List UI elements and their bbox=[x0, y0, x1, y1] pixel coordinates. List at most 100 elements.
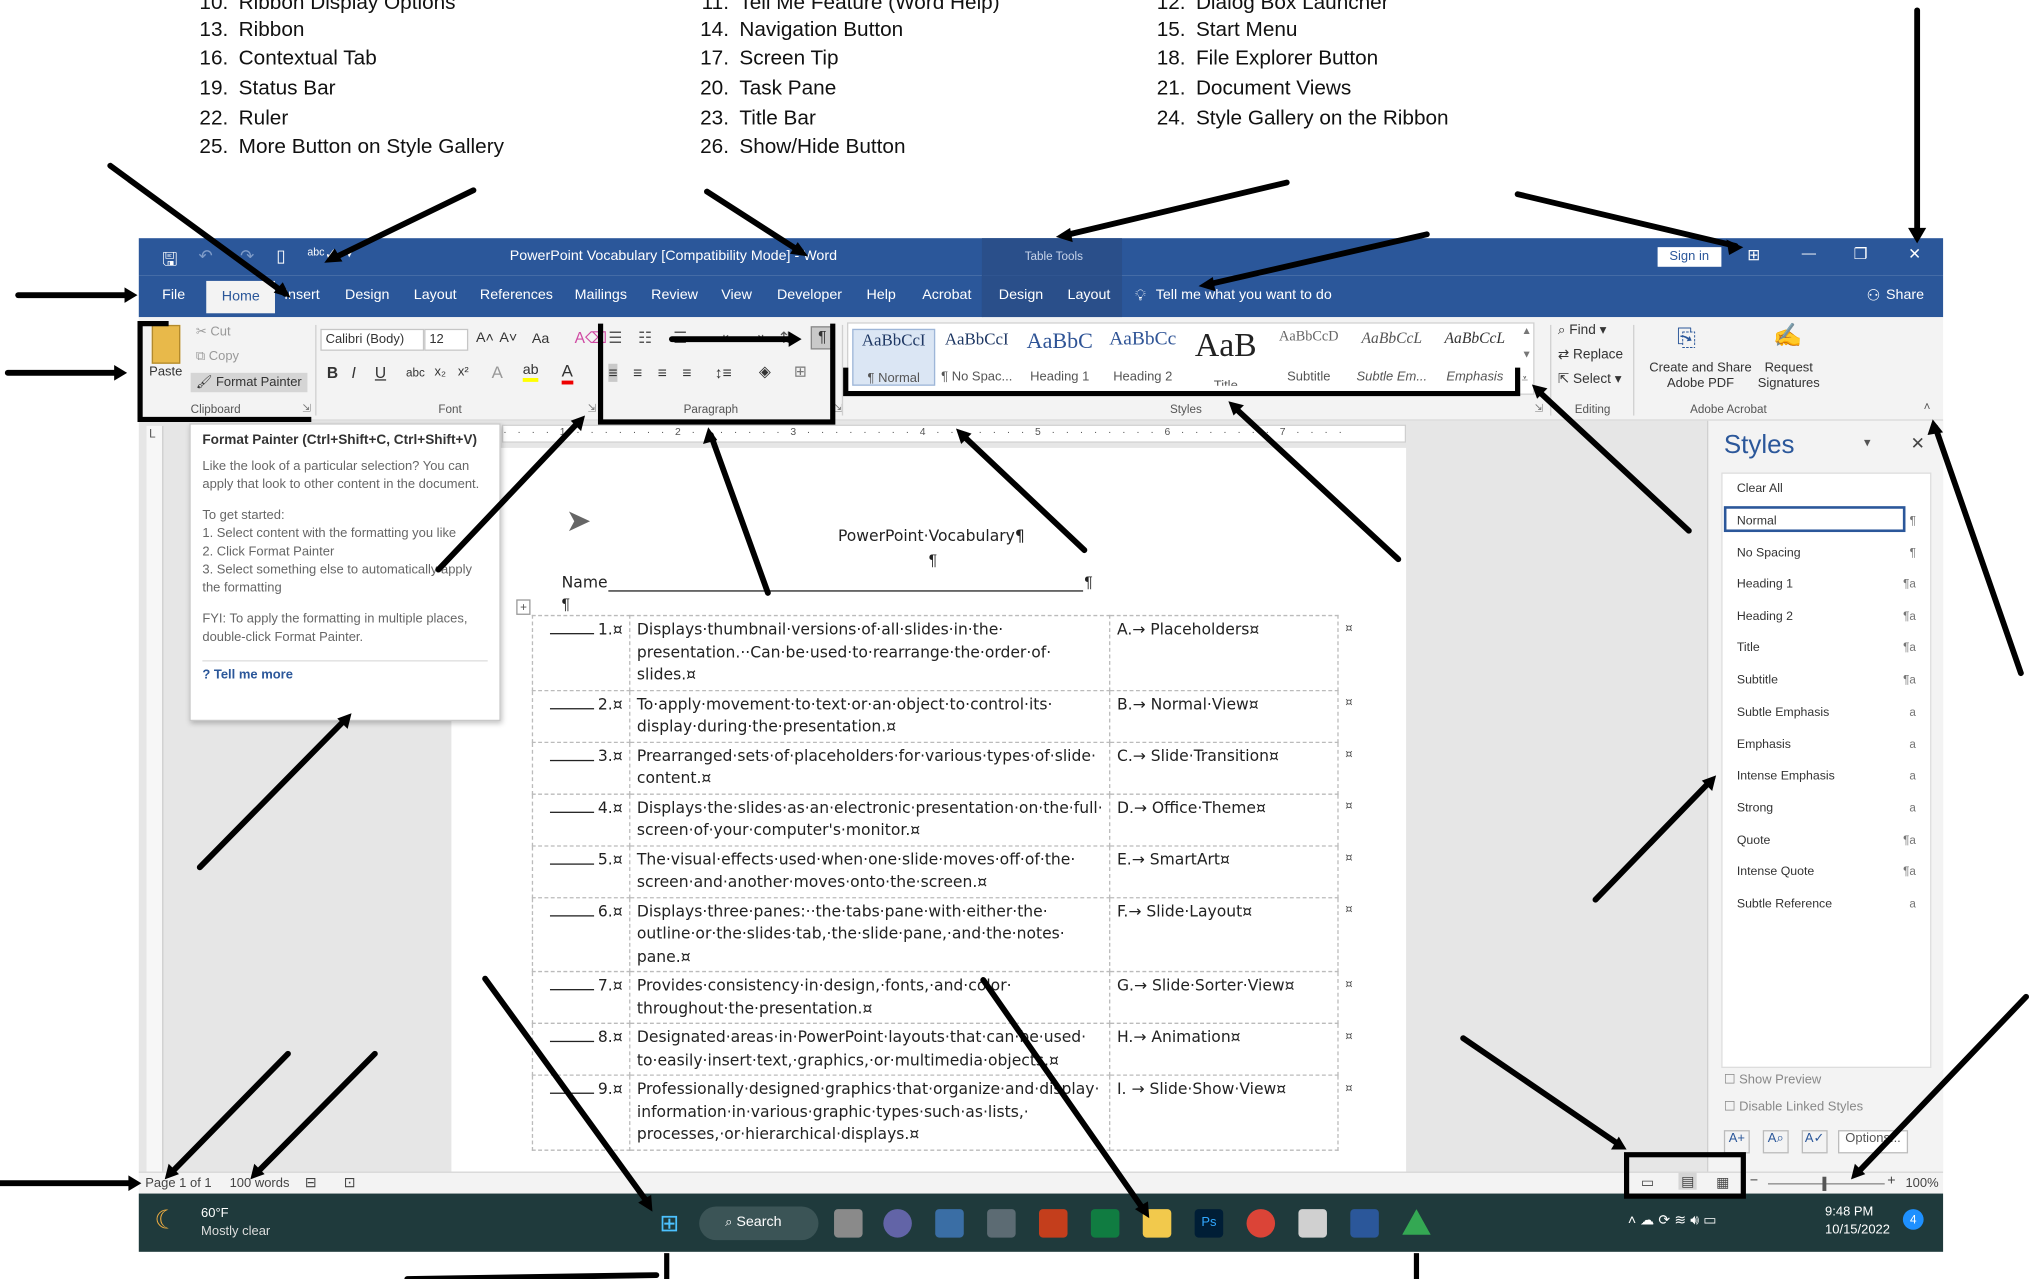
description-cell[interactable]: Professionally·designed·graphics·that·or… bbox=[629, 1074, 1111, 1151]
description-cell[interactable]: To·apply·movement·to·text·or·an·object·t… bbox=[629, 689, 1111, 743]
numbering-icon[interactable]: ☷ bbox=[638, 329, 652, 347]
clock-time[interactable]: 9:48 PM bbox=[1825, 1205, 1873, 1219]
sort-icon[interactable]: ⇅ bbox=[780, 329, 793, 347]
weather-moon-icon[interactable]: ☾ bbox=[154, 1204, 177, 1236]
answer-cell[interactable]: I. → Slide·Show·View¤ bbox=[1109, 1074, 1339, 1151]
show-preview-checkbox[interactable]: ☐ Show Preview bbox=[1724, 1073, 1821, 1087]
gallery-scroll-up-icon[interactable]: ▲ bbox=[1522, 325, 1532, 337]
answer-cell[interactable]: G.→ Slide·Sorter·View¤ bbox=[1109, 970, 1339, 1024]
task-view-icon[interactable] bbox=[834, 1209, 863, 1238]
disable-linked-checkbox[interactable]: ☐ Disable Linked Styles bbox=[1724, 1100, 1863, 1114]
answer-cell[interactable]: C.→ Slide·Transition¤ bbox=[1109, 741, 1339, 795]
word-icon[interactable] bbox=[1350, 1209, 1379, 1238]
tab-view[interactable]: View bbox=[721, 287, 752, 303]
manage-styles-icon[interactable]: A✓ bbox=[1801, 1130, 1828, 1154]
create-pdf-icon[interactable]: ⎘ bbox=[1677, 325, 1696, 352]
copy-button[interactable]: ⧉ Copy bbox=[196, 350, 239, 364]
print-layout-icon[interactable]: ▤ bbox=[1678, 1172, 1698, 1190]
tab-insert[interactable]: Insert bbox=[284, 287, 320, 303]
align-left-icon[interactable]: ≡ bbox=[608, 363, 618, 382]
tab-mailings[interactable]: Mailings bbox=[575, 287, 627, 303]
web-layout-icon[interactable]: ▦ bbox=[1716, 1174, 1729, 1191]
options-button[interactable]: Options... bbox=[1838, 1130, 1909, 1154]
zoom-level[interactable]: 100% bbox=[1905, 1177, 1938, 1191]
font-dialog-launcher-icon[interactable]: ⇲ bbox=[588, 403, 597, 415]
word-count[interactable]: 100 words bbox=[230, 1177, 290, 1191]
read-mode-icon[interactable]: ▭ bbox=[1641, 1174, 1654, 1191]
description-cell[interactable]: Displays·three·panes:··the·tabs·pane·wit… bbox=[629, 896, 1111, 973]
style-gallery-emphasis[interactable]: AaBbCcL Emphasis bbox=[1433, 329, 1516, 386]
tab-review[interactable]: Review bbox=[651, 287, 698, 303]
shading-icon[interactable]: ◈ bbox=[759, 362, 771, 380]
tab-file[interactable]: File bbox=[162, 287, 185, 303]
style-item[interactable]: Normal ¶ bbox=[1737, 514, 1916, 528]
superscript-icon[interactable]: x² bbox=[458, 365, 469, 379]
style-inspector-icon[interactable]: A⌕ bbox=[1762, 1130, 1789, 1154]
styles-dialog-launcher-icon[interactable]: ⇲ bbox=[1534, 403, 1543, 415]
strikethrough-icon[interactable]: abc bbox=[406, 366, 425, 379]
pane-options-icon[interactable]: ▾ bbox=[1864, 436, 1871, 450]
align-right-icon[interactable]: ≡ bbox=[658, 364, 667, 382]
weather-description[interactable]: Mostly clear bbox=[201, 1225, 270, 1239]
style-gallery-title[interactable]: AaB Title bbox=[1184, 329, 1267, 386]
request-signatures-icon[interactable]: ✍ bbox=[1773, 322, 1802, 349]
clipboard-dialog-launcher-icon[interactable]: ⇲ bbox=[302, 403, 311, 415]
style-item[interactable]: Quote ¶a bbox=[1737, 834, 1916, 848]
number-cell[interactable]: 3.¤ bbox=[531, 741, 631, 795]
answer-cell[interactable]: F.→ Slide·Layout¤ bbox=[1109, 896, 1339, 973]
system-tray-icons[interactable]: ˄ ☁ ⟳ ≋ 🔊︎ ▭ bbox=[1628, 1212, 1717, 1230]
table-move-handle-icon[interactable]: + bbox=[516, 599, 531, 615]
style-item[interactable]: Subtle Emphasis a bbox=[1737, 706, 1916, 720]
answer-cell[interactable]: E.→ SmartArt¤ bbox=[1109, 844, 1339, 898]
tab-developer[interactable]: Developer bbox=[777, 287, 842, 303]
description-cell[interactable]: The·visual·effects·used·when·one·slide·m… bbox=[629, 844, 1111, 898]
macro-record-icon[interactable]: ⊡ bbox=[344, 1174, 356, 1191]
tab-acrobat[interactable]: Acrobat bbox=[922, 287, 971, 303]
paste-button[interactable]: Paste bbox=[149, 365, 182, 379]
paste-icon[interactable] bbox=[151, 324, 181, 364]
style-item[interactable]: Intense Quote ¶a bbox=[1737, 865, 1916, 879]
number-cell[interactable]: 4.¤ bbox=[531, 792, 631, 846]
line-spacing-icon[interactable]: ↕≡ bbox=[715, 364, 732, 382]
style-item[interactable]: No Spacing ¶ bbox=[1737, 546, 1916, 560]
description-cell[interactable]: Provides·consistency·in·design,·fonts,·a… bbox=[629, 970, 1111, 1024]
request-signatures-button[interactable]: Request Signatures bbox=[1752, 361, 1825, 392]
style-item[interactable]: Clear All bbox=[1737, 482, 1906, 496]
zoom-in-icon[interactable]: + bbox=[1887, 1173, 1895, 1189]
select-button[interactable]: ⇱ Select ▾ bbox=[1558, 372, 1622, 388]
save-icon[interactable]: 🖫 bbox=[162, 246, 177, 277]
spelling-check-icon[interactable]: ᵃᵇᶜ✓ bbox=[307, 245, 337, 263]
chrome-icon[interactable] bbox=[1246, 1209, 1276, 1238]
description-cell[interactable]: Designated·areas·in·PowerPoint·layouts·t… bbox=[629, 1022, 1111, 1076]
number-cell[interactable]: 9.¤ bbox=[531, 1074, 631, 1151]
tab-table-layout[interactable]: Layout bbox=[1068, 287, 1111, 303]
description-cell[interactable]: Displays·thumbnail·versions·of·all·slide… bbox=[629, 614, 1111, 691]
vertical-ruler[interactable] bbox=[146, 425, 164, 1172]
number-cell[interactable]: 1.¤ bbox=[531, 614, 631, 691]
page-count[interactable]: Page 1 of 1 bbox=[145, 1177, 211, 1191]
increase-indent-icon[interactable]: ⇥ bbox=[751, 329, 764, 347]
new-style-icon[interactable]: A+ bbox=[1723, 1130, 1750, 1154]
number-cell[interactable]: 2.¤ bbox=[531, 689, 631, 743]
align-center-icon[interactable]: ≡ bbox=[633, 364, 642, 382]
number-cell[interactable]: 7.¤ bbox=[531, 970, 631, 1024]
style-gallery-no-spacing[interactable]: AaBbCcI ¶ No Spac... bbox=[935, 329, 1018, 386]
style-gallery-subtitle[interactable]: AaBbCcD Subtitle bbox=[1267, 329, 1350, 386]
tab-table-design[interactable]: Design bbox=[999, 287, 1043, 303]
tab-home[interactable]: Home bbox=[206, 280, 276, 314]
new-document-icon[interactable]: ▯ bbox=[276, 246, 285, 267]
file-explorer-icon[interactable] bbox=[1142, 1209, 1172, 1238]
highlight-icon[interactable]: ab bbox=[522, 362, 539, 382]
style-gallery-subtle-emphasis[interactable]: AaBbCcL Subtle Em... bbox=[1350, 329, 1433, 386]
shrink-font-icon[interactable]: A˅ bbox=[499, 330, 517, 346]
answer-cell[interactable]: B.→ Normal·View¤ bbox=[1109, 689, 1339, 743]
taskbar-search-box[interactable]: ⌕ Search bbox=[699, 1206, 819, 1241]
style-gallery-normal[interactable]: AaBbCcI ¶ Normal bbox=[852, 328, 936, 386]
tab-layout[interactable]: Layout bbox=[414, 287, 457, 303]
replace-button[interactable]: ⇄ Replace bbox=[1558, 347, 1623, 363]
clear-formatting-icon[interactable]: A⌫ bbox=[575, 329, 607, 347]
windows-start-icon[interactable]: ⊞ bbox=[655, 1209, 684, 1237]
style-item[interactable]: Subtle Reference a bbox=[1737, 897, 1916, 911]
answer-cell[interactable]: D.→ Office·Theme¤ bbox=[1109, 792, 1339, 846]
tab-selector-icon[interactable]: L bbox=[149, 427, 156, 440]
